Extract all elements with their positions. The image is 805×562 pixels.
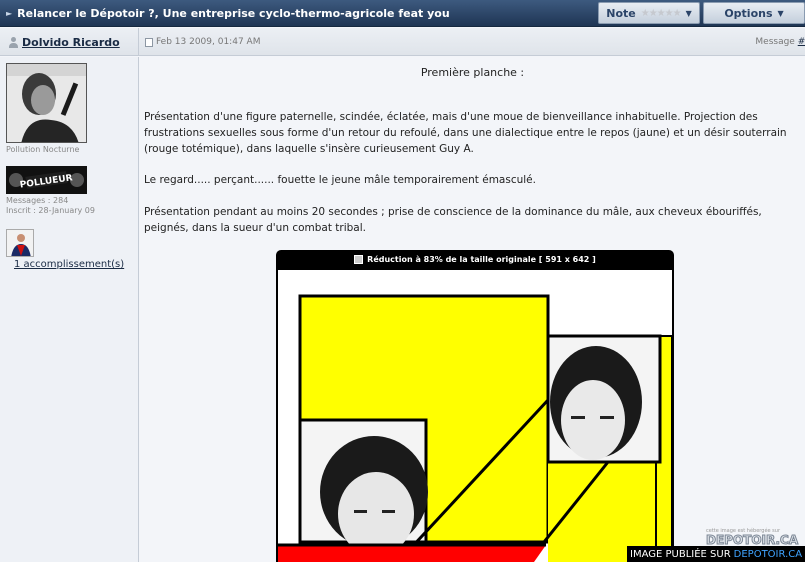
published-on-banner[interactable]: IMAGE PUBLIÉE SUR DEPOTOIR.CA (627, 546, 805, 562)
avatar (6, 63, 87, 143)
note-button[interactable]: Note ★★★★★ ▼ (598, 2, 700, 24)
user-icon (8, 36, 19, 48)
achievement-icon[interactable] (6, 229, 34, 257)
message-label: Message (755, 37, 795, 47)
post-date-text: Feb 13 2009, 01:47 AM (156, 37, 261, 47)
resized-image-frame[interactable]: Réduction à 83% de la taille originale [… (276, 250, 674, 562)
post-icon (145, 37, 153, 47)
topic-title: Relancer le Dépotoir ?, Une entreprise c… (17, 6, 450, 20)
post-heading: Première planche : (420, 66, 525, 79)
post-content: Première planche : Présentation d'une fi… (140, 57, 805, 562)
join-date: Inscrit : 28-January 09 (6, 206, 95, 215)
depotoir-logo: DEPOTOIR.CA (705, 533, 799, 548)
published-on-brand: DEPOTOIR.CA (733, 548, 803, 560)
chevron-down-icon: ▼ (685, 8, 692, 18)
user-rank: Pollution Nocturne (6, 145, 80, 154)
post-image (278, 270, 672, 562)
rank-badge: POLLUEUR (6, 166, 87, 194)
post-date: Feb 13 2009, 01:47 AM (145, 37, 260, 47)
post-paragraph-1: Présentation d'une figure paternelle, sc… (144, 111, 787, 155)
zoom-icon (354, 255, 364, 264)
author-sidebar: Pollution Nocturne POLLUEUR Messages : 2… (0, 57, 139, 562)
rating-stars-icon: ★★★★★ (640, 7, 682, 19)
note-label: Note (606, 6, 636, 20)
author-name-link[interactable]: Dolvido Ricardo (22, 36, 120, 49)
message-number: Message #1 (755, 37, 805, 47)
image-caption-text: Réduction à 83% de la taille originale [… (367, 255, 596, 264)
achievements-link[interactable]: 1 accomplissement(s) (14, 259, 124, 270)
message-count: Messages : 284 (6, 196, 69, 205)
chevron-down-icon: ▼ (777, 8, 784, 18)
options-button[interactable]: Options ▼ (703, 2, 805, 24)
author-cell: Dolvido Ricardo (0, 28, 139, 56)
user-stats: Messages : 284 Inscrit : 28-January 09 (6, 196, 95, 216)
options-label: Options (724, 6, 773, 20)
post-paragraph-3: Présentation pendant au moins 20 seconde… (144, 206, 762, 234)
published-on-text: IMAGE PUBLIÉE SUR (630, 548, 731, 560)
post-header: Dolvido Ricardo Feb 13 2009, 01:47 AM Me… (0, 28, 805, 56)
arrow-right-icon: ► (6, 8, 13, 18)
post-paragraph-2: Le regard..... perçant...... fouette le … (144, 174, 536, 186)
image-resize-notice[interactable]: Réduction à 83% de la taille originale [… (276, 250, 674, 269)
message-number-link[interactable]: #1 (798, 37, 805, 47)
